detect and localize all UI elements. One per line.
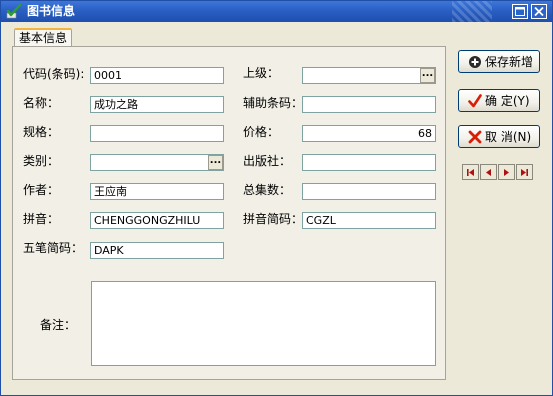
tab-basic-info[interactable]: 基本信息 (14, 28, 72, 47)
title-bar[interactable]: 图书信息 (1, 1, 552, 22)
pinyin-field[interactable]: CHENGGONGZHILU (90, 212, 224, 229)
save-new-button[interactable]: 保存新增 (458, 50, 540, 73)
pinyin-abbr-field[interactable]: CGZL (302, 212, 436, 229)
ok-label: 确 定(Y) (485, 94, 530, 108)
cancel-label: 取 消(N) (485, 130, 532, 144)
plus-icon (469, 56, 481, 68)
first-record-icon (467, 169, 474, 176)
close-button[interactable] (531, 4, 547, 19)
last-record-button[interactable] (516, 164, 533, 180)
cross-icon (468, 130, 482, 144)
price-label: 价格： (243, 125, 280, 139)
remarks-field[interactable] (91, 281, 436, 366)
record-navigator (462, 164, 534, 180)
close-icon (534, 7, 544, 16)
aux-barcode-label: 辅助条码： (243, 96, 304, 110)
parent-browse-button[interactable]: ... (420, 68, 435, 83)
wubi-abbr-label: 五笔简码： (23, 241, 84, 255)
publisher-field[interactable] (302, 154, 436, 171)
checkmark-icon (468, 94, 482, 108)
publisher-label: 出版社： (243, 154, 292, 168)
name-field[interactable]: 成功之路 (90, 96, 224, 113)
category-field[interactable] (90, 154, 224, 171)
author-label: 作者： (23, 183, 60, 197)
code-field[interactable]: 0001 (90, 67, 224, 84)
next-record-icon (504, 169, 509, 176)
book-info-window: 图书信息 基本信息 代码(条码): 0001 名称： 成功之路 规格： 类别： … (0, 0, 553, 396)
next-record-button[interactable] (498, 164, 515, 180)
spec-label: 规格： (23, 125, 60, 139)
code-label: 代码(条码): (23, 67, 85, 81)
remarks-label: 备注： (40, 318, 77, 332)
last-record-icon (521, 169, 528, 176)
first-record-button[interactable] (462, 164, 479, 180)
category-browse-button[interactable]: ... (208, 155, 223, 170)
parent-label: 上级： (243, 66, 280, 80)
window-title: 图书信息 (27, 4, 76, 18)
name-label: 名称： (23, 96, 60, 110)
prev-record-button[interactable] (480, 164, 497, 180)
cancel-button[interactable]: 取 消(N) (458, 125, 540, 148)
prev-record-icon (486, 169, 491, 176)
save-new-label: 保存新增 (485, 55, 534, 69)
wubi-abbr-field[interactable]: DAPK (90, 242, 224, 259)
parent-field[interactable] (302, 67, 436, 84)
pinyin-abbr-label: 拼音简码： (243, 212, 304, 226)
aux-barcode-field[interactable] (302, 96, 436, 113)
price-field[interactable]: 68 (302, 125, 436, 142)
title-bar-pattern (452, 1, 492, 22)
checkmark-app-icon (6, 3, 22, 19)
author-field[interactable]: 王应南 (90, 183, 224, 200)
ok-button[interactable]: 确 定(Y) (458, 89, 540, 112)
total-episodes-label: 总集数： (243, 183, 292, 197)
pinyin-label: 拼音： (23, 212, 60, 226)
maximize-icon (515, 7, 525, 16)
total-episodes-field[interactable] (302, 183, 436, 200)
spec-field[interactable] (90, 125, 224, 142)
category-label: 类别： (23, 154, 60, 168)
maximize-button[interactable] (512, 4, 528, 19)
